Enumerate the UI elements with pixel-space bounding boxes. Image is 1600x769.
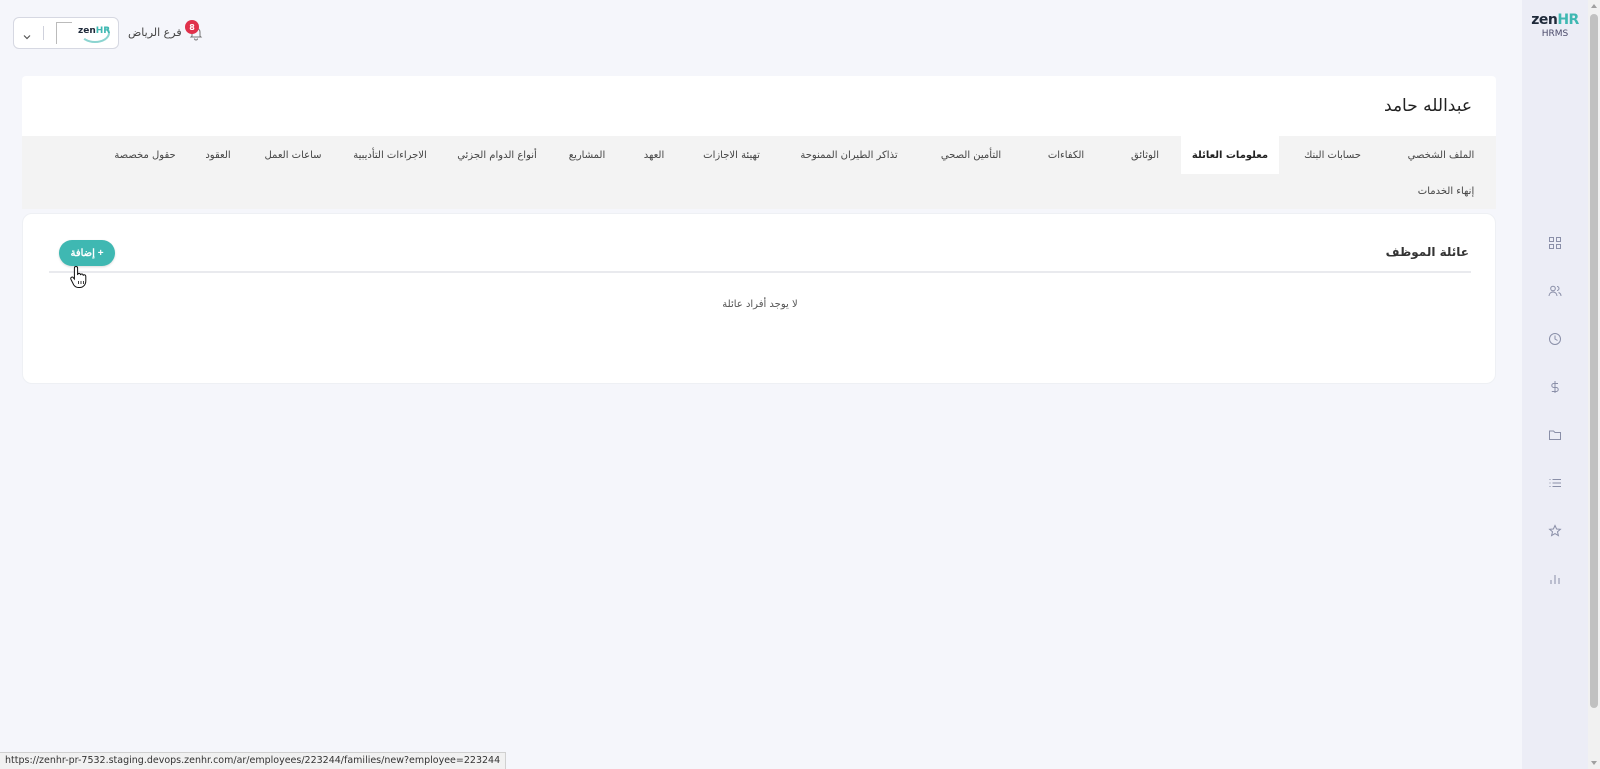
add-family-member-button[interactable]: + إضافة [59, 240, 115, 266]
tab-flight-tickets[interactable]: تذاكر الطيران الممنوحة [779, 136, 919, 174]
select-separator [43, 26, 44, 40]
tab-custody[interactable]: العهد [624, 136, 684, 174]
family-section-card: عائلة الموظف + إضافة لا يوجد أفراد عائلة [22, 213, 1496, 384]
hand-cursor-icon [69, 265, 91, 289]
people-icon[interactable] [1546, 282, 1564, 300]
scroll-up-arrow-icon[interactable] [1591, 4, 1597, 8]
employee-profile-card: عبدالله حامد الملف الشخصي حسابات البنك م… [22, 76, 1496, 209]
tab-competencies[interactable]: الكفاءات [1023, 136, 1109, 174]
branch-label[interactable]: فرع الرياض [128, 26, 182, 39]
company-logo: zenHR [78, 26, 111, 36]
tab-documents[interactable]: الوثائق [1109, 136, 1181, 174]
tab-bank-accounts[interactable]: حسابات البنك [1279, 136, 1386, 174]
company-select[interactable]: zenHR [13, 17, 119, 49]
clock-icon[interactable] [1546, 330, 1564, 348]
tab-family-info[interactable]: معلومات العائلة [1181, 136, 1279, 174]
status-bar-url: https://zenhr-pr-7532.staging.devops.zen… [0, 752, 507, 769]
list-icon[interactable] [1546, 474, 1564, 492]
scroll-down-arrow-icon[interactable] [1591, 761, 1597, 765]
empty-state-message: لا يوجد أفراد عائلة [722, 299, 798, 310]
star-icon[interactable] [1546, 522, 1564, 540]
tab-custom-fields[interactable]: حقول مخصصة [104, 136, 186, 174]
bar-chart-icon[interactable] [1546, 570, 1564, 588]
folder-icon[interactable] [1546, 426, 1564, 444]
tab-health-insurance[interactable]: التأمين الصحي [919, 136, 1023, 174]
notification-badge: 8 [185, 20, 199, 34]
profile-tabs: الملف الشخصي حسابات البنك معلومات العائل… [22, 136, 1496, 209]
page-scrollbar[interactable] [1588, 0, 1600, 769]
tab-contracts[interactable]: العقود [186, 136, 250, 174]
employee-name: عبدالله حامد [1384, 96, 1472, 116]
tab-working-hours[interactable]: ساعات العمل [250, 136, 336, 174]
tab-personal-profile[interactable]: الملف الشخصي [1386, 136, 1496, 174]
tab-projects[interactable]: المشاريع [550, 136, 624, 174]
dashboard-icon[interactable] [1546, 234, 1564, 252]
scrollbar-thumb[interactable] [1590, 14, 1598, 708]
section-divider [49, 271, 1471, 273]
main-sidebar: zenHR HRMS [1522, 0, 1588, 769]
company-logo-image [56, 22, 72, 44]
section-title: عائلة الموظف [1385, 245, 1469, 259]
dollar-icon[interactable] [1546, 378, 1564, 396]
tab-disciplinary-actions[interactable]: الاجراءات التأديبية [336, 136, 444, 174]
tab-part-time-types[interactable]: أنواع الدوام الجزئي [444, 136, 550, 174]
zenhr-logo[interactable]: zenHR HRMS [1522, 12, 1588, 39]
chevron-down-icon [22, 27, 32, 40]
tab-leave-setup[interactable]: تهيئة الاجازات [684, 136, 779, 174]
tab-end-of-service[interactable]: إنهاء الخدمات [1396, 172, 1496, 210]
